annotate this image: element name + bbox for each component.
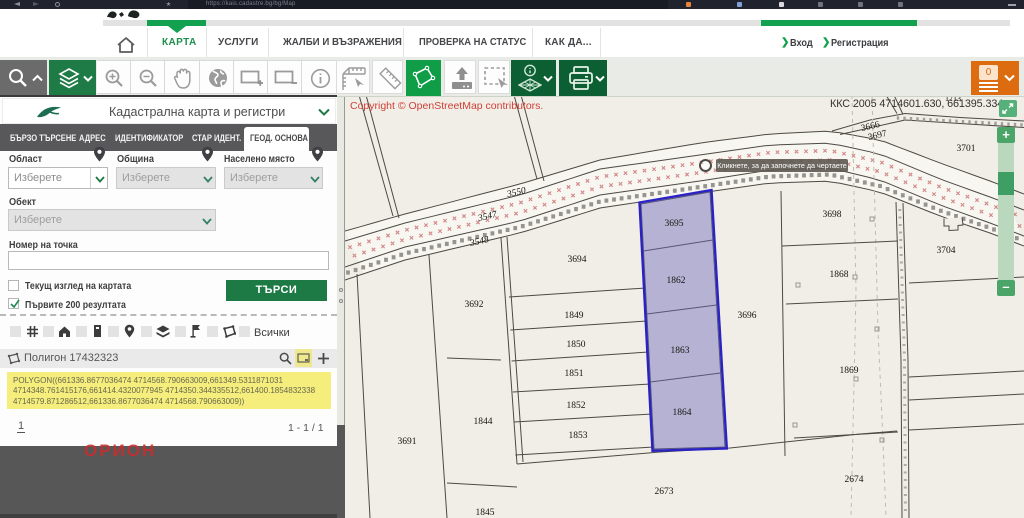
- svg-text:3691: 3691: [398, 437, 417, 447]
- svg-text:3692: 3692: [465, 300, 484, 310]
- svg-text:1869: 1869: [840, 366, 859, 376]
- svg-text:1852: 1852: [567, 401, 586, 411]
- svg-text:1851: 1851: [565, 369, 584, 379]
- svg-text:3701: 3701: [957, 144, 976, 154]
- svg-text:3694: 3694: [568, 255, 587, 265]
- svg-text:1844: 1844: [474, 417, 493, 427]
- svg-text:2673: 2673: [655, 487, 674, 497]
- svg-text:3696: 3696: [738, 311, 757, 321]
- svg-text:1864: 1864: [673, 408, 692, 418]
- svg-text:1853: 1853: [569, 431, 588, 441]
- svg-text:1849: 1849: [565, 311, 584, 321]
- svg-text:3704: 3704: [937, 246, 956, 256]
- svg-text:3698: 3698: [823, 210, 842, 220]
- svg-text:1868: 1868: [830, 270, 849, 280]
- svg-text:1850: 1850: [567, 340, 586, 350]
- svg-text:2674: 2674: [845, 475, 864, 485]
- svg-text:1862: 1862: [667, 276, 686, 286]
- svg-text:1845: 1845: [476, 508, 495, 518]
- svg-text:3695: 3695: [665, 219, 684, 229]
- svg-text:1863: 1863: [671, 346, 690, 356]
